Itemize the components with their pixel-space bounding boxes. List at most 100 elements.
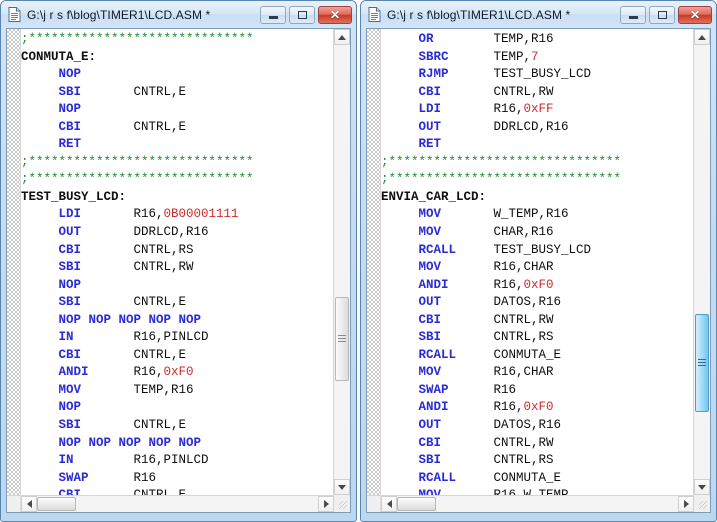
scroll-right-button[interactable] (678, 496, 694, 512)
minimize-button[interactable] (620, 6, 646, 24)
code-token (381, 260, 419, 274)
code-token: ANDI (419, 400, 449, 414)
code-token: CBI (419, 436, 442, 450)
code-line: RCALL CONMUTA_E (381, 470, 693, 488)
horizontal-scroll-thumb[interactable] (397, 497, 436, 511)
scroll-thumb-grip (338, 333, 346, 344)
vertical-scroll-track[interactable] (334, 45, 350, 479)
code-token: NOP NOP NOP NOP NOP (59, 313, 202, 327)
code-token: R16,CHAR (441, 365, 554, 379)
resize-grip[interactable] (334, 495, 350, 512)
code-token: NOP NOP NOP NOP NOP (59, 436, 202, 450)
titlebar-left[interactable]: G:\j r s f\blog\TIMER1\LCD.ASM *✕ (1, 1, 356, 28)
horizontal-scroll-track[interactable] (397, 496, 678, 512)
horizontal-scrollbar[interactable] (21, 495, 334, 512)
code-token: NOP (59, 67, 82, 81)
code-token: RCALL (419, 348, 457, 362)
code-line: OUT DATOS,R16 (381, 417, 693, 435)
code-token: CNTRL,RS (441, 453, 554, 467)
code-token: ;******************************* (381, 172, 621, 186)
scroll-left-button[interactable] (21, 496, 37, 512)
code-token: CONMUTA_E (456, 348, 561, 362)
document-icon (8, 7, 21, 22)
code-token: TEMP,R16 (434, 32, 554, 46)
arrow-left-icon (27, 500, 32, 508)
editor-gutter (367, 29, 381, 495)
titlebar-right[interactable]: G:\j r s f\blog\TIMER1\LCD.ASM *✕ (361, 1, 716, 28)
code-area-left[interactable]: ;****************************** CONMUTA_E… (21, 29, 333, 495)
editor-gutter (7, 29, 21, 495)
code-token: R16, (449, 400, 524, 414)
scroll-right-button[interactable] (318, 496, 334, 512)
vertical-scrollbar[interactable] (333, 29, 350, 495)
code-token: RJMP (419, 67, 449, 81)
code-token: CNTRL,E (81, 418, 186, 432)
scroll-down-button[interactable] (694, 479, 710, 495)
code-line: ;****************************** (21, 171, 333, 189)
code-line: SBI CNTRL,RW (21, 259, 333, 277)
horizontal-scrollbar[interactable] (381, 495, 694, 512)
maximize-button[interactable] (289, 6, 315, 24)
code-token: CNTRL,RS (81, 243, 194, 257)
code-line: SWAP R16 (21, 470, 333, 488)
code-line: SWAP R16 (381, 382, 693, 400)
scroll-up-button[interactable] (334, 29, 350, 45)
code-token (21, 85, 59, 99)
code-token (381, 471, 419, 485)
close-button[interactable]: ✕ (678, 6, 712, 24)
scroll-left-button[interactable] (381, 496, 397, 512)
code-token (381, 330, 419, 344)
close-button[interactable]: ✕ (318, 6, 352, 24)
code-token (381, 85, 419, 99)
code-token: CNTRL,RW (441, 313, 554, 327)
code-token (381, 365, 419, 379)
code-token (381, 278, 419, 292)
code-line: SBI CNTRL,E (21, 294, 333, 312)
code-line: CBI CNTRL,RW (381, 84, 693, 102)
code-token: MOV (419, 365, 442, 379)
code-token (381, 243, 419, 257)
code-line: MOV W_TEMP,R16 (381, 206, 693, 224)
code-token (381, 67, 419, 81)
code-token (21, 471, 59, 485)
code-token: IN (59, 330, 74, 344)
code-token: LDI (59, 207, 82, 221)
vertical-scroll-thumb[interactable] (695, 314, 709, 411)
code-token (21, 120, 59, 134)
scroll-down-button[interactable] (334, 479, 350, 495)
code-line: RCALL TEST_BUSY_LCD (381, 242, 693, 260)
code-token: CONMUTA_E: (21, 50, 96, 64)
code-token: R16, (441, 102, 524, 116)
code-area-right[interactable]: OR TEMP,R16 SBRC TEMP,7 RJMP TEST_BUSY_L… (381, 29, 693, 495)
code-token (381, 313, 419, 327)
code-line: RCALL CONMUTA_E (381, 347, 693, 365)
resize-grip[interactable] (694, 495, 710, 512)
code-token: R16, (449, 278, 524, 292)
scroll-up-button[interactable] (694, 29, 710, 45)
code-token (381, 120, 419, 134)
code-token (21, 453, 59, 467)
code-token: ;****************************** (21, 32, 254, 46)
maximize-button[interactable] (649, 6, 675, 24)
code-token (21, 243, 59, 257)
code-token: RCALL (419, 243, 457, 257)
horizontal-scroll-thumb[interactable] (37, 497, 76, 511)
code-token: CNTRL,E (81, 120, 186, 134)
vertical-scroll-track[interactable] (694, 45, 710, 479)
horizontal-scroll-track[interactable] (37, 496, 318, 512)
window-right: G:\j r s f\blog\TIMER1\LCD.ASM *✕ OR TEM… (360, 0, 717, 522)
code-token: SBI (59, 295, 82, 309)
vertical-scrollbar[interactable] (693, 29, 710, 495)
code-line: NOP NOP NOP NOP NOP (21, 435, 333, 453)
code-token: OUT (59, 225, 82, 239)
close-icon: ✕ (330, 9, 340, 21)
code-line: ANDI R16,0xF0 (381, 277, 693, 295)
code-token: OUT (419, 418, 442, 432)
code-token: CBI (419, 313, 442, 327)
code-token (381, 32, 419, 46)
minimize-button[interactable] (260, 6, 286, 24)
code-token: 0xF0 (524, 400, 554, 414)
code-token: OR (419, 32, 434, 46)
code-line: MOV R16,CHAR (381, 259, 693, 277)
vertical-scroll-thumb[interactable] (335, 297, 349, 381)
